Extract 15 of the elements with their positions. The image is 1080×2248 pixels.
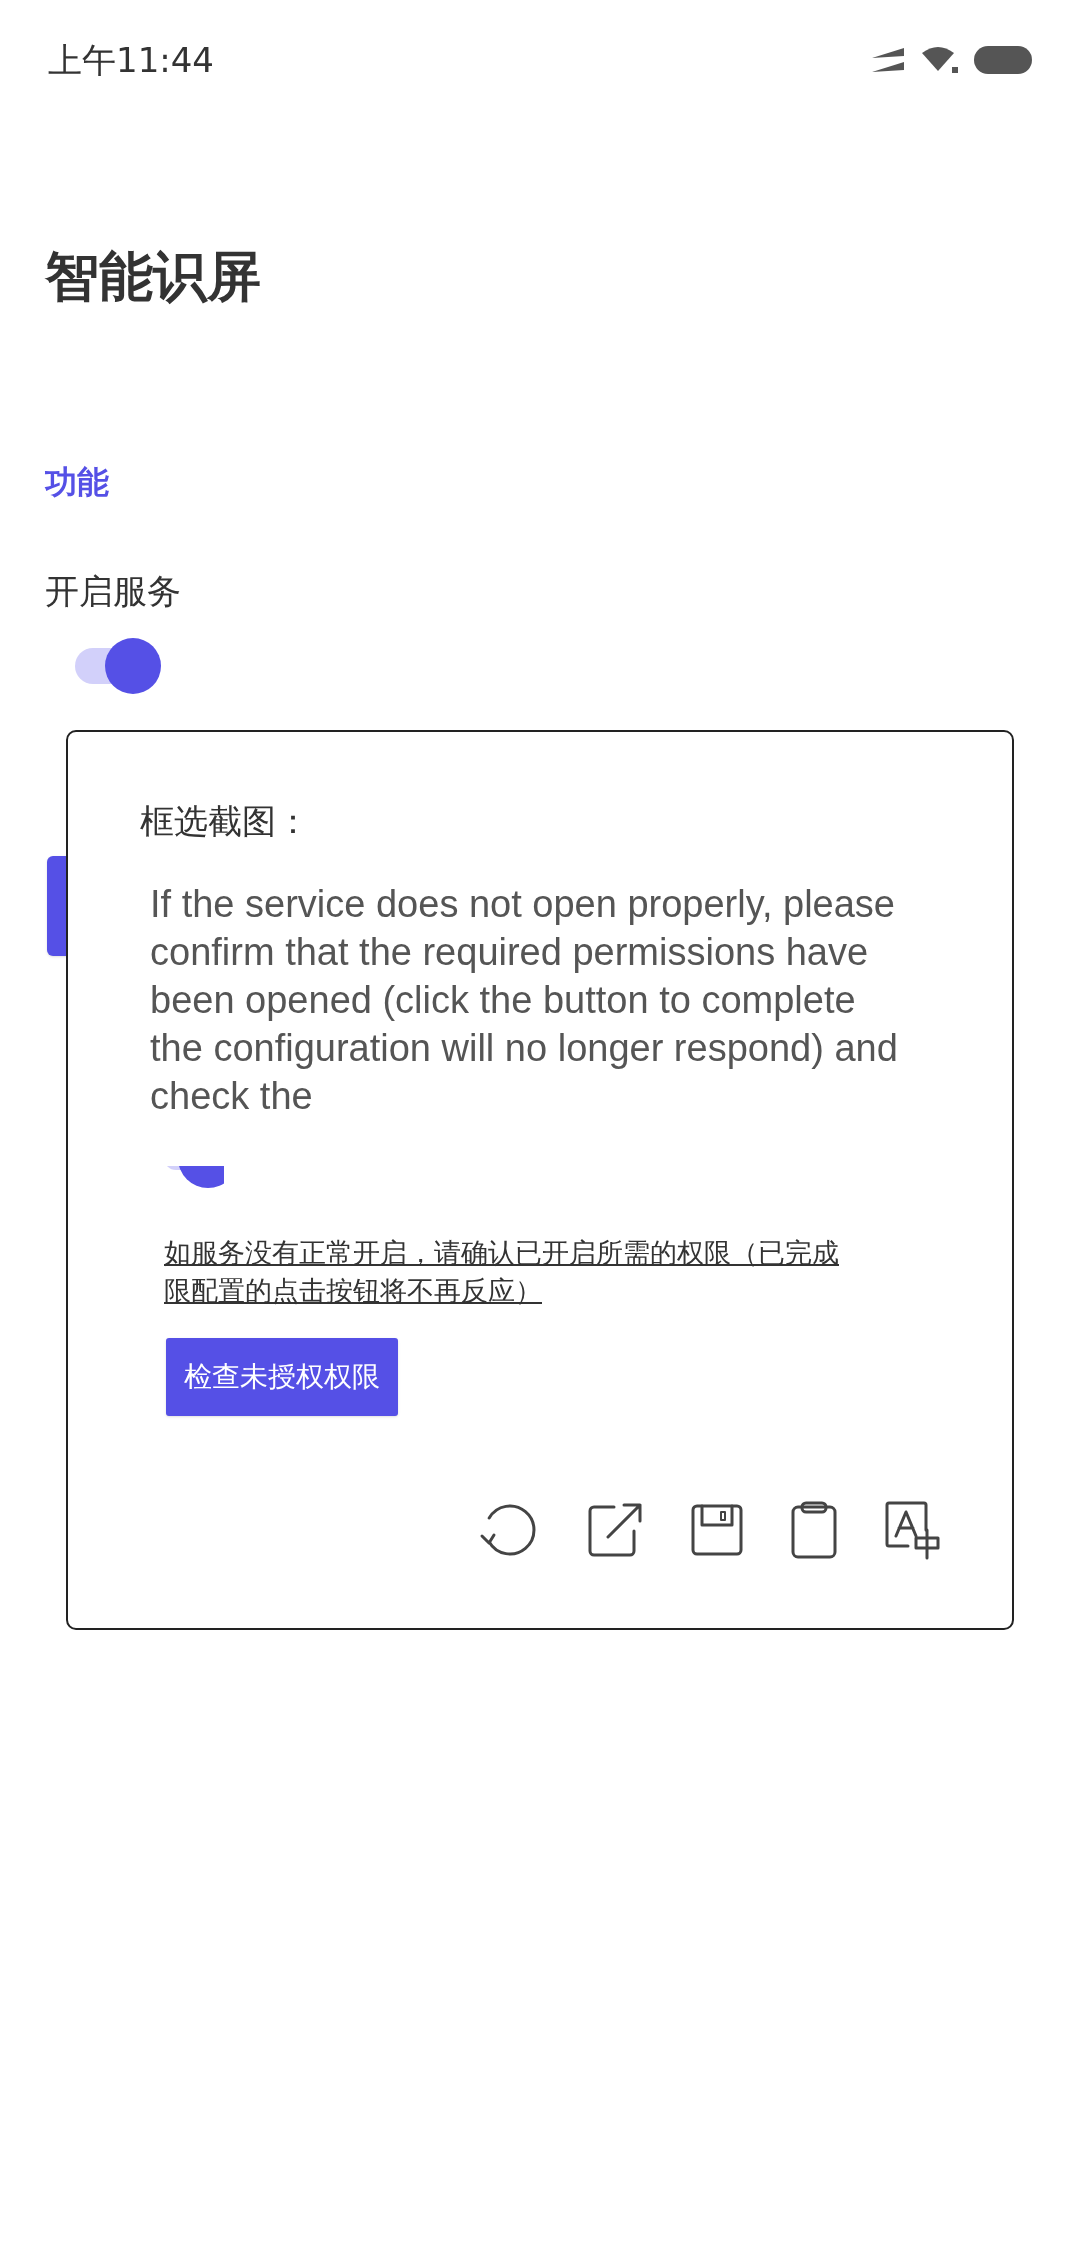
save-icon[interactable] — [690, 1503, 744, 1557]
clipboard-icon[interactable] — [790, 1501, 838, 1559]
section-header: 功能 — [45, 466, 110, 498]
status-time: 上午11:44 — [48, 38, 214, 82]
recognized-text: If the service does not open properly, please confirm that the required permissions have been opened (click the button to complete the configuration will no longer respond) and check the — [150, 882, 899, 1119]
wifi-icon — [920, 45, 960, 75]
notice-text: 如服务没有正常开启，请确认已开启所需的权限（已完成 — [164, 1236, 839, 1270]
battery-icon — [974, 46, 1032, 74]
check-permissions-button[interactable]: 检查未授权权限 — [166, 1338, 398, 1416]
setting-label: 开启服务 — [45, 574, 182, 608]
page-title: 智能识屏 — [45, 250, 262, 304]
dialog-title: 框选截图： — [140, 804, 310, 838]
translate-icon[interactable] — [884, 1500, 942, 1560]
notice-text: 限配置的点击按钮将不再反应） — [164, 1274, 542, 1308]
share-icon[interactable] — [586, 1501, 644, 1559]
